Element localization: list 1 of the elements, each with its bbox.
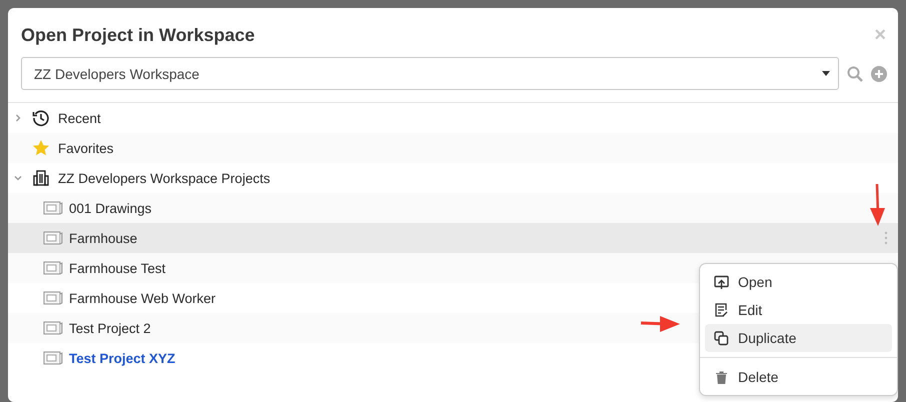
dialog-title: Open Project in Workspace: [21, 24, 255, 46]
